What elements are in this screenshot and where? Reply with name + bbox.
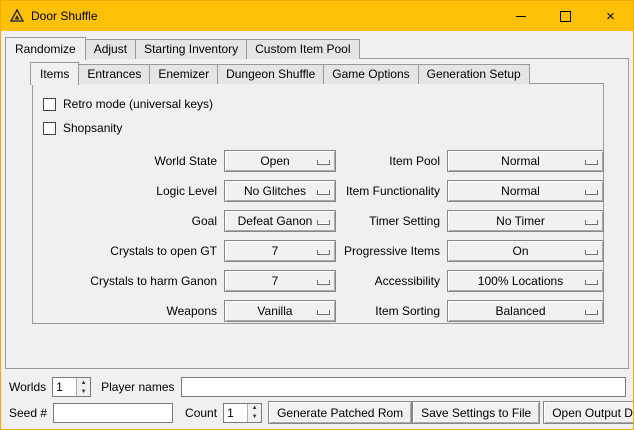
worlds-label: Worlds <box>9 380 46 394</box>
close-icon: × <box>606 9 615 24</box>
timer-setting-dropdown[interactable]: No Timer <box>447 210 604 232</box>
item-sorting-dropdown[interactable]: Balanced <box>447 300 604 322</box>
dropdown-indicator-icon <box>317 220 330 225</box>
retro-mode-checkbox[interactable] <box>43 98 56 111</box>
worlds-spin-up-icon[interactable]: ▲ <box>77 378 90 387</box>
maximize-button[interactable] <box>543 1 588 31</box>
client-area: Randomize Adjust Starting Inventory Cust… <box>1 31 633 429</box>
bottom-bar: Worlds 1 ▲ ▼ Player names Seed # <box>1 373 633 429</box>
generate-patched-rom-button[interactable]: Generate Patched Rom <box>268 401 412 424</box>
logic-level-label: Logic Level <box>39 184 217 198</box>
worlds-row: Worlds 1 ▲ ▼ Player names <box>9 376 626 398</box>
dropdown-indicator-icon <box>585 160 598 165</box>
app-window: Door Shuffle × Randomize Adjust Starting… <box>0 0 634 430</box>
player-names-input[interactable] <box>181 377 627 397</box>
crystals-gt-label: Crystals to open GT <box>39 244 217 258</box>
app-icon <box>9 8 25 24</box>
save-settings-button[interactable]: Save Settings to File <box>412 401 540 424</box>
crystals-ganon-label: Crystals to harm Ganon <box>39 274 217 288</box>
count-label: Count <box>185 406 217 420</box>
logic-level-dropdown[interactable]: No Glitches <box>224 180 336 202</box>
dropdown-indicator-icon <box>317 310 330 315</box>
dropdown-indicator-icon <box>585 280 598 285</box>
dropdown-indicator-icon <box>317 190 330 195</box>
shopsanity-label: Shopsanity <box>63 121 122 135</box>
randomize-pane: Items Entrances Enemizer Dungeon Shuffle… <box>5 58 629 369</box>
seed-row: Seed # Count 1 ▲ ▼ Generate Patched Rom … <box>9 401 626 424</box>
tab-generation-setup[interactable]: Generation Setup <box>418 64 530 84</box>
dropdown-indicator-icon <box>585 310 598 315</box>
weapons-label: Weapons <box>39 304 217 318</box>
item-pool-label: Item Pool <box>343 154 440 168</box>
crystals-ganon-dropdown[interactable]: 7 <box>224 270 336 292</box>
tab-entrances[interactable]: Entrances <box>78 64 150 84</box>
window-title: Door Shuffle <box>31 9 98 23</box>
item-sorting-label: Item Sorting <box>343 304 440 318</box>
open-output-directory-button[interactable]: Open Output Directory <box>543 401 634 424</box>
shopsanity-checkbox[interactable] <box>43 122 56 135</box>
minimize-button[interactable] <box>498 1 543 31</box>
options-form: World State Open Item Pool Normal Logic … <box>39 150 603 322</box>
goal-label: Goal <box>39 214 217 228</box>
tab-custom-item-pool[interactable]: Custom Item Pool <box>246 39 359 59</box>
dropdown-indicator-icon <box>585 190 598 195</box>
dropdown-indicator-icon <box>317 250 330 255</box>
tab-starting-inventory[interactable]: Starting Inventory <box>135 39 247 59</box>
dropdown-indicator-icon <box>317 160 330 165</box>
accessibility-dropdown[interactable]: 100% Locations <box>447 270 604 292</box>
close-button[interactable]: × <box>588 1 633 31</box>
tab-items[interactable]: Items <box>30 62 79 85</box>
tab-adjust[interactable]: Adjust <box>85 39 136 59</box>
timer-setting-label: Timer Setting <box>343 214 440 228</box>
inner-tab-bar: Items Entrances Enemizer Dungeon Shuffle… <box>30 62 530 84</box>
tab-enemizer[interactable]: Enemizer <box>149 64 218 84</box>
item-functionality-label: Item Functionality <box>343 184 440 198</box>
weapons-dropdown[interactable]: Vanilla <box>224 300 336 322</box>
retro-mode-checkbox-row: Retro mode (universal keys) <box>39 92 603 116</box>
crystals-gt-dropdown[interactable]: 7 <box>224 240 336 262</box>
outer-tab-bar: Randomize Adjust Starting Inventory Cust… <box>5 37 360 59</box>
progressive-items-dropdown[interactable]: On <box>447 240 604 262</box>
count-spin-down-icon[interactable]: ▼ <box>248 413 261 422</box>
world-state-label: World State <box>39 154 217 168</box>
item-functionality-dropdown[interactable]: Normal <box>447 180 604 202</box>
dropdown-indicator-icon <box>585 250 598 255</box>
worlds-spin-down-icon[interactable]: ▼ <box>77 387 90 396</box>
progressive-items-label: Progressive Items <box>343 244 440 258</box>
seed-label: Seed # <box>9 406 47 420</box>
tab-randomize[interactable]: Randomize <box>5 37 86 60</box>
shopsanity-checkbox-row: Shopsanity <box>39 116 603 140</box>
accessibility-label: Accessibility <box>343 274 440 288</box>
seed-input[interactable] <box>53 403 173 423</box>
titlebar: Door Shuffle × <box>1 1 633 31</box>
dropdown-indicator-icon <box>317 280 330 285</box>
count-spinbox[interactable]: 1 ▲ ▼ <box>223 403 262 423</box>
dropdown-indicator-icon <box>585 220 598 225</box>
count-spin-up-icon[interactable]: ▲ <box>248 404 261 413</box>
maximize-icon <box>560 11 571 22</box>
tab-dungeon-shuffle[interactable]: Dungeon Shuffle <box>217 64 324 84</box>
minimize-icon <box>516 16 526 17</box>
item-pool-dropdown[interactable]: Normal <box>447 150 604 172</box>
retro-mode-label: Retro mode (universal keys) <box>63 97 213 111</box>
worlds-spinbox[interactable]: 1 ▲ ▼ <box>52 377 91 397</box>
window-controls: × <box>498 1 633 31</box>
tab-game-options[interactable]: Game Options <box>323 64 418 84</box>
items-pane: Retro mode (universal keys) Shopsanity W… <box>32 83 604 324</box>
player-names-label: Player names <box>101 380 174 394</box>
goal-dropdown[interactable]: Defeat Ganon <box>224 210 336 232</box>
world-state-dropdown[interactable]: Open <box>224 150 336 172</box>
